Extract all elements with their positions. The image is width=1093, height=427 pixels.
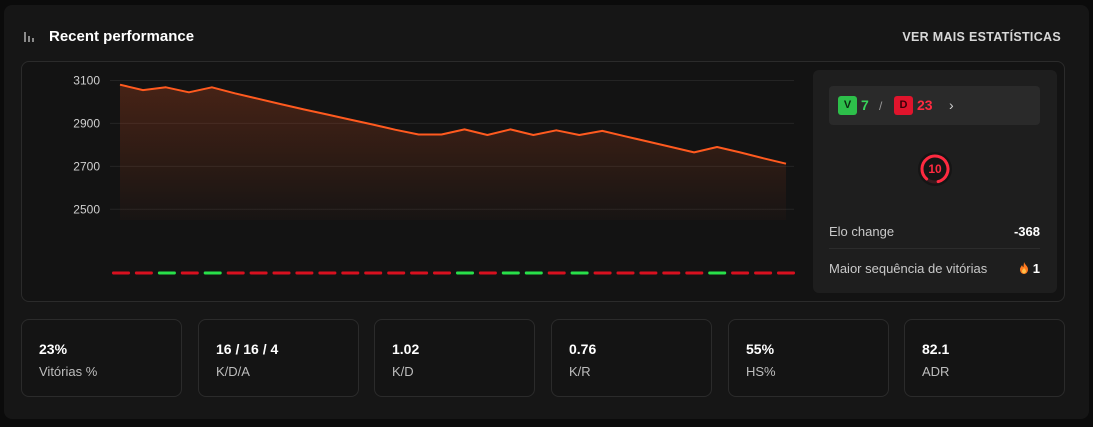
win-streak-label: Maior sequência de vitórias [829, 261, 988, 276]
stat-value: 82.1 [922, 341, 950, 357]
fire-icon [1019, 262, 1028, 274]
stat-label: HS% [746, 364, 776, 379]
match-result-win[interactable] [708, 271, 727, 275]
match-result-loss[interactable] [639, 271, 658, 275]
match-result-loss[interactable] [318, 271, 337, 275]
match-result-win[interactable] [524, 271, 543, 275]
skill-level-value: 10 [928, 162, 942, 176]
stat-card-kd: 1.02 K/D [374, 319, 535, 397]
match-result-loss[interactable] [249, 271, 268, 275]
y-tick-label: 2700 [73, 159, 100, 173]
section-title: Recent performance [49, 28, 195, 45]
match-result-win[interactable] [157, 271, 176, 275]
losses-count: 23 [917, 97, 933, 113]
stat-label: K/D/A [216, 364, 250, 379]
win-streak-value-group: 1 [1019, 261, 1040, 276]
elo-change-label: Elo change [829, 224, 895, 239]
match-result-loss[interactable] [616, 271, 635, 275]
stat-label: ADR [922, 364, 950, 379]
summary-panel: V 7 / D 23 › 10 Elo change -368 Maior se… [813, 70, 1057, 293]
loss-badge: D [894, 96, 913, 115]
stat-label: Vitórias % [39, 364, 98, 379]
more-stats-link[interactable]: VER MAIS ESTATÍSTICAS [902, 30, 1061, 44]
match-result-loss[interactable] [731, 271, 750, 275]
win-badge: V [838, 96, 857, 115]
match-result-loss[interactable] [364, 271, 383, 275]
match-result-loss[interactable] [478, 271, 497, 275]
match-result-loss[interactable] [112, 271, 130, 275]
elo-change-row: Elo change -368 [829, 224, 1040, 239]
y-tick-label: 2500 [73, 202, 100, 216]
win-streak-row: Maior sequência de vitórias 1 [829, 261, 1040, 276]
match-result-win[interactable] [456, 271, 474, 275]
stat-value: 23% [39, 341, 68, 357]
win-streak-value: 1 [1032, 261, 1040, 276]
stat-value: 55% [746, 341, 775, 357]
y-tick-label: 2900 [73, 116, 100, 130]
match-result-loss[interactable] [662, 271, 681, 275]
elo-chart: 3100 2900 2700 2500 [73, 73, 795, 275]
match-result-win[interactable] [570, 271, 589, 275]
stat-value: 16 / 16 / 4 [216, 341, 279, 357]
stat-card-kda: 16 / 16 / 4 K/D/A [198, 319, 359, 397]
bar-chart-icon [24, 32, 34, 42]
match-result-loss[interactable] [593, 271, 612, 275]
match-result-win[interactable] [203, 271, 222, 275]
match-result-loss[interactable] [134, 271, 153, 275]
match-result-loss[interactable] [547, 271, 566, 275]
divider [829, 248, 1040, 249]
match-result-win[interactable] [501, 271, 520, 275]
chevron-right-icon: › [949, 97, 954, 113]
win-loss-separator: / [879, 99, 883, 113]
stat-label: K/R [569, 364, 591, 379]
match-result-loss[interactable] [754, 271, 773, 275]
match-result-loss[interactable] [685, 271, 704, 275]
y-tick-label: 3100 [73, 73, 100, 87]
match-result-loss[interactable] [180, 271, 199, 275]
match-result-loss[interactable] [410, 271, 429, 275]
stat-card-hs: 55% HS% [728, 319, 889, 397]
match-result-loss[interactable] [777, 271, 795, 275]
win-loss-record[interactable]: V 7 / D 23 › [829, 86, 1040, 125]
elo-change-value: -368 [1013, 224, 1040, 239]
match-result-loss[interactable] [295, 271, 314, 275]
match-result-loss[interactable] [226, 271, 245, 275]
stat-value: 1.02 [392, 341, 420, 357]
stat-card-kr: 0.76 K/R [551, 319, 712, 397]
elo-area [120, 84, 786, 220]
match-result-loss[interactable] [387, 271, 406, 275]
stat-card-win-rate: 23% Vitórias % [21, 319, 182, 397]
match-result-loss[interactable] [341, 271, 360, 275]
stat-value: 0.76 [569, 341, 597, 357]
stat-label: K/D [392, 364, 414, 379]
wins-count: 7 [861, 97, 869, 113]
match-result-loss[interactable] [433, 271, 451, 275]
stat-card-adr: 82.1 ADR [904, 319, 1065, 397]
match-result-loss[interactable] [272, 271, 291, 275]
